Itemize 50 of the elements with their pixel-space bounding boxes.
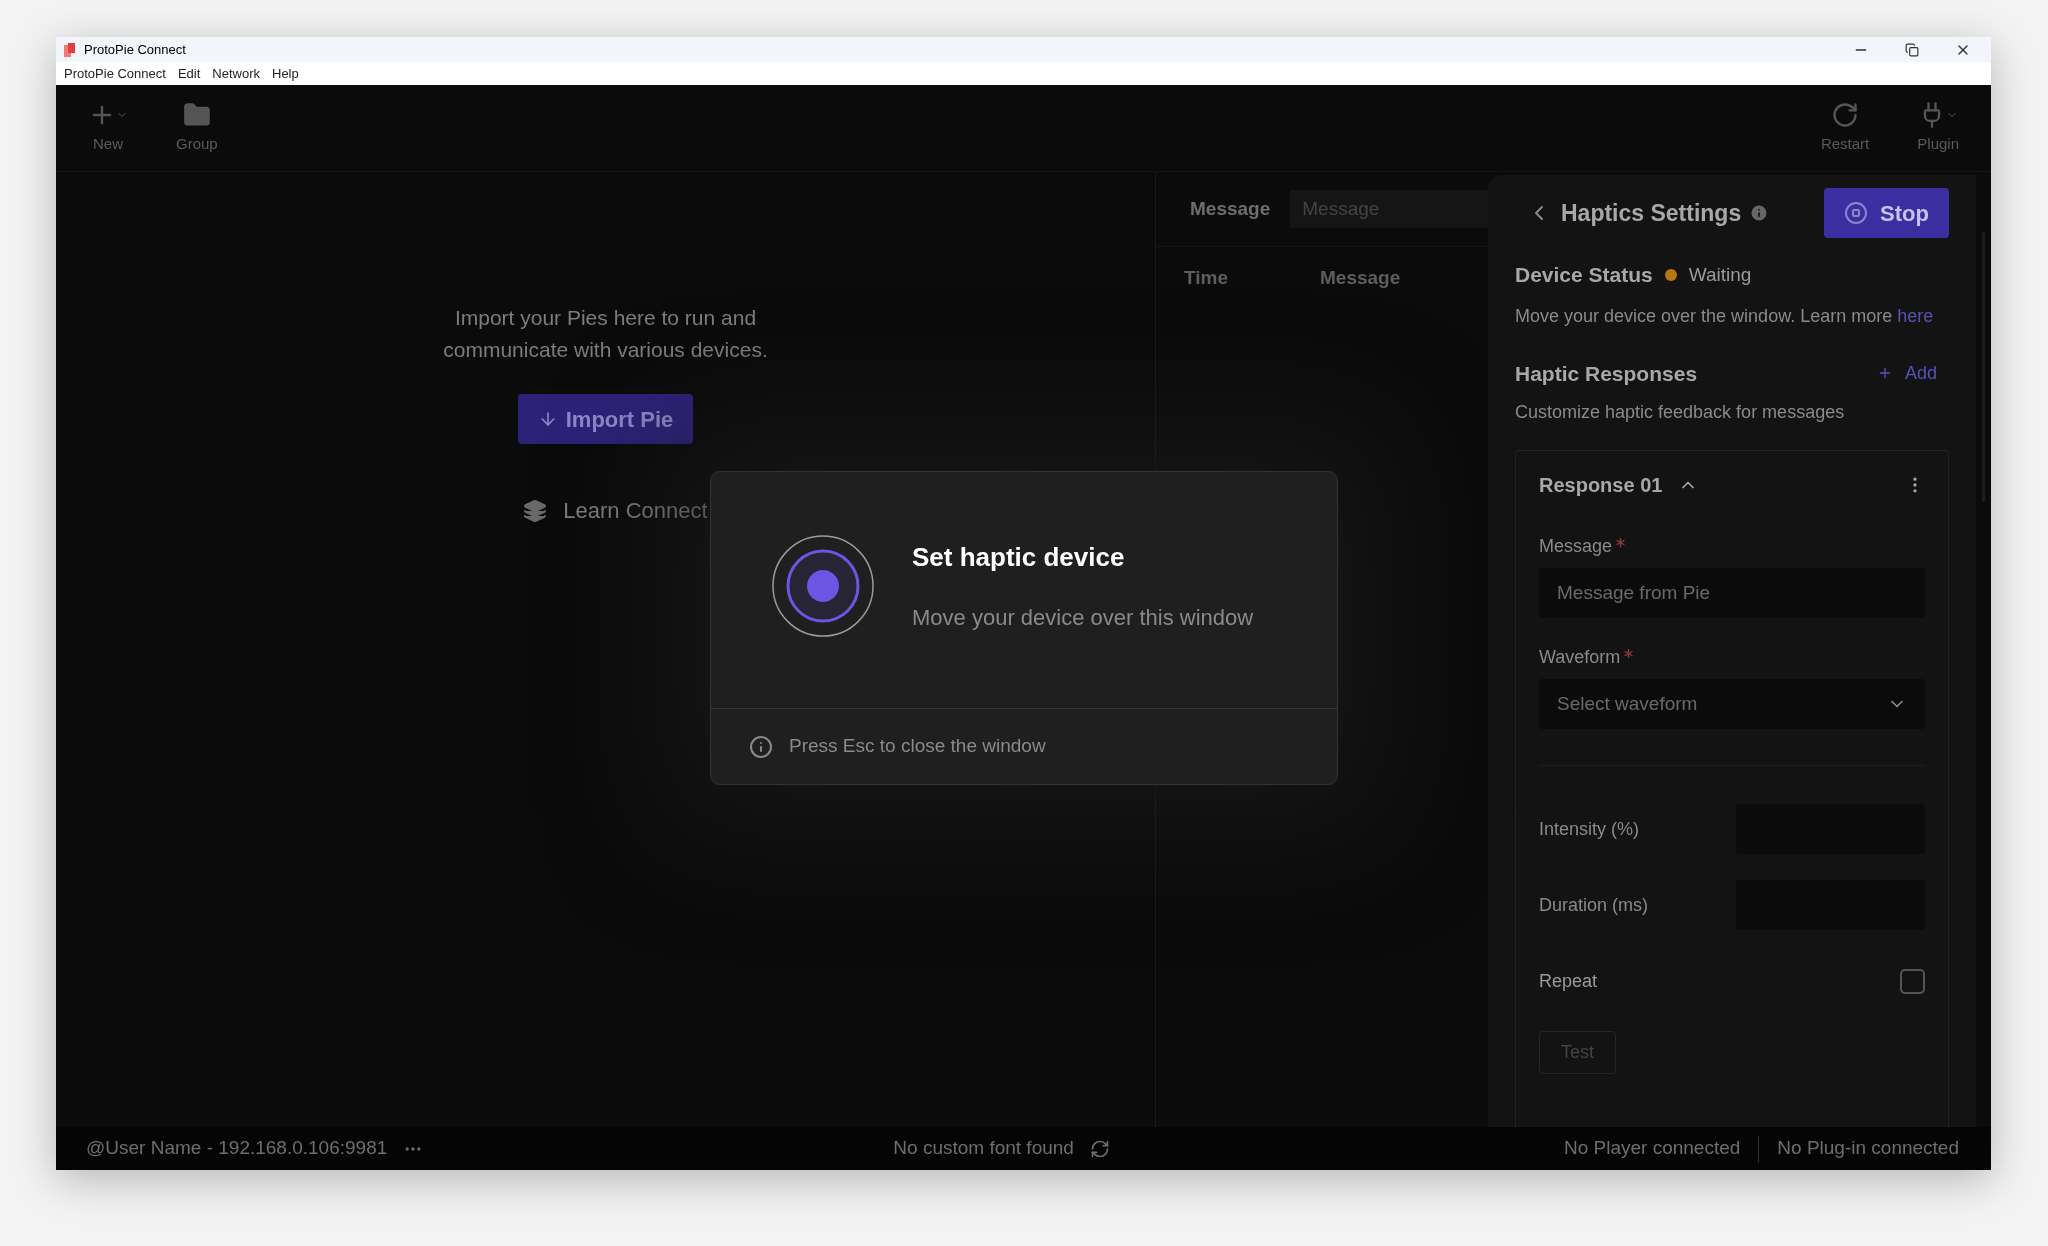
- toolbar-button[interactable]: Restart: [1808, 100, 1882, 156]
- learn-more-link[interactable]: here: [1897, 305, 1934, 326]
- message-filter-label: Message: [1190, 196, 1271, 221]
- font-status-text: No custom font found: [893, 1136, 1074, 1161]
- panel-title: Haptics Settings: [1561, 198, 1742, 228]
- message-field[interactable]: Message from Pie: [1539, 568, 1925, 618]
- learn-connect-link[interactable]: Learn Connect: [563, 494, 708, 527]
- field-label: Waveform: [1539, 646, 1621, 669]
- dialog-hint: Press Esc to close the window: [789, 734, 1046, 759]
- toolbar-button[interactable]: Plugin: [1905, 100, 1971, 156]
- folder-icon: [182, 100, 211, 129]
- waveform-select[interactable]: Select waveform: [1539, 679, 1925, 729]
- restart-icon: [1831, 100, 1860, 129]
- target-icon: [772, 535, 874, 637]
- field-label: Message: [1539, 535, 1613, 558]
- restore-icon[interactable]: [1905, 42, 1919, 57]
- menu-item[interactable]: ProtoPie Connect: [64, 63, 166, 84]
- repeat-checkbox[interactable]: [1900, 969, 1925, 994]
- dialog-title: Set haptic device: [912, 541, 1126, 574]
- plugin-status-text: No Plug-in connected: [1777, 1136, 1959, 1161]
- stop-button[interactable]: Stop: [1824, 188, 1949, 238]
- user-address-text: @User Name - 192.168.0.106:9981: [86, 1136, 388, 1161]
- device-hint-text: Move your device over the window. Learn more here: [1515, 304, 1935, 328]
- refresh-icon[interactable]: [1089, 1138, 1110, 1159]
- field-label: Duration (ms): [1539, 893, 1649, 917]
- section-subtitle: Customize haptic feedback for messages: [1515, 401, 1846, 424]
- app-logo-icon: [64, 42, 76, 57]
- section-title: Device Status: [1515, 262, 1653, 288]
- menu-item[interactable]: Help: [272, 63, 299, 84]
- toolbar-button[interactable]: New: [76, 100, 140, 156]
- import-pie-button[interactable]: Import Pie: [517, 394, 694, 444]
- column-header: Time: [1184, 265, 1228, 290]
- stop-icon: [1844, 201, 1869, 225]
- dialog-message: Move your device over this window: [912, 604, 1254, 632]
- player-status-text: No Player connected: [1563, 1136, 1741, 1161]
- device-status-text: Waiting: [1688, 262, 1752, 287]
- info-icon: [1749, 203, 1770, 223]
- empty-state-text: Import your Pies here to run and communicate with various devices.: [442, 305, 769, 363]
- menu-item[interactable]: Edit: [177, 63, 201, 84]
- window-title: ProtoPie Connect: [84, 40, 186, 59]
- info-icon: [749, 734, 773, 759]
- column-header: Message: [1320, 265, 1401, 290]
- section-title: Haptic Responses: [1515, 360, 1698, 387]
- add-button[interactable]: Add: [1876, 359, 1937, 387]
- field-label: Repeat: [1539, 970, 1598, 993]
- menu-item[interactable]: Network: [212, 63, 260, 84]
- toolbar-button[interactable]: Group: [164, 100, 230, 156]
- response-title: Response 01: [1539, 473, 1663, 498]
- layers-icon: [523, 498, 548, 523]
- field-label: Intensity (%): [1539, 817, 1640, 841]
